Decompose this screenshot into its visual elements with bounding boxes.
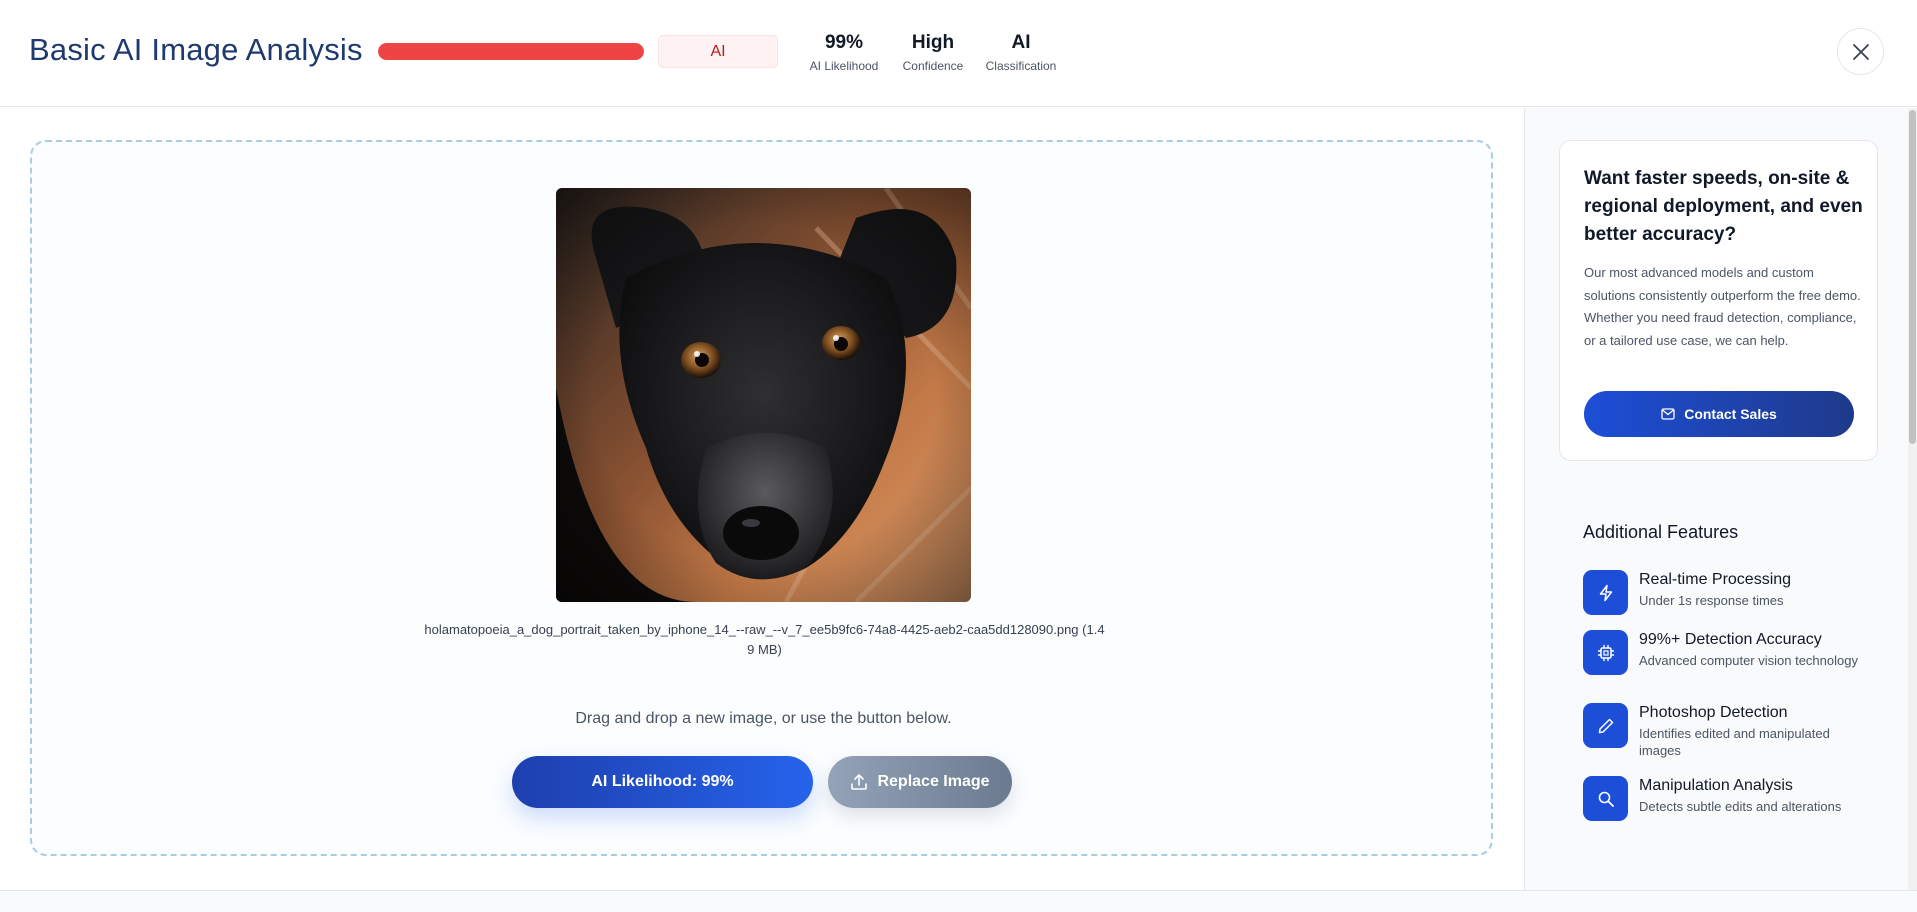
- bottom-strip: [0, 890, 1917, 912]
- replace-image-label: Replace Image: [877, 773, 990, 790]
- dog-photo: [556, 188, 971, 602]
- close-button[interactable]: [1837, 28, 1884, 75]
- chip-icon: [1597, 644, 1614, 661]
- feature-desc: Advanced computer vision technology: [1639, 653, 1858, 668]
- stat-value: High: [911, 32, 955, 53]
- stat-confidence: High Confidence: [898, 32, 968, 73]
- stat-classification: AI Classification: [983, 32, 1059, 73]
- sidebar-scrollbar-thumb[interactable]: [1909, 110, 1916, 444]
- mail-icon: [1661, 408, 1675, 420]
- classification-badge: AI: [658, 35, 778, 68]
- image-preview: [556, 188, 971, 602]
- replace-image-button[interactable]: Replace Image: [828, 756, 1012, 808]
- feature-title: Manipulation Analysis: [1639, 777, 1793, 794]
- ai-likelihood-bar-fill: [378, 43, 644, 60]
- feature-desc: Detects subtle edits and alterations: [1639, 799, 1842, 814]
- features-title: Additional Features: [1583, 522, 1739, 542]
- contact-sales-button[interactable]: Contact Sales: [1584, 391, 1854, 437]
- promo-card: Want faster speeds, on-site & regional d…: [1559, 140, 1878, 461]
- page-title: Basic AI Image Analysis: [29, 32, 363, 67]
- contact-sales-label: Contact Sales: [1684, 406, 1777, 422]
- feature-title: Real-time Processing: [1639, 571, 1792, 588]
- pencil-icon: [1598, 718, 1613, 733]
- search-icon: [1598, 791, 1614, 807]
- stat-value: AI: [1011, 32, 1031, 53]
- feature-title: Photoshop Detection: [1639, 704, 1788, 721]
- sidebar: Want faster speeds, on-site & regional d…: [1524, 108, 1917, 890]
- bolt-icon: [1599, 584, 1612, 601]
- stat-label: Classification: [985, 59, 1057, 73]
- image-dropzone[interactable]: holamatopoeia_a_dog_portrait_taken_by_ip…: [30, 140, 1493, 856]
- feature-title: 99%+ Detection Accuracy: [1639, 631, 1822, 648]
- stat-label: AI Likelihood: [809, 59, 879, 73]
- main-panel: holamatopoeia_a_dog_portrait_taken_by_ip…: [0, 108, 1524, 890]
- promo-body: Our most advanced models and custom solu…: [1584, 265, 1861, 348]
- feature-desc: Under 1s response times: [1639, 593, 1784, 608]
- stat-value: 99%: [824, 32, 864, 53]
- ai-likelihood-button[interactable]: AI Likelihood: 99%: [512, 756, 813, 808]
- ai-likelihood-bar: [378, 43, 644, 60]
- promo-title: Want faster speeds, on-site & regional d…: [1584, 168, 1863, 245]
- stat-label: Confidence: [902, 59, 964, 73]
- stat-ai-likelihood: 99% AI Likelihood: [806, 32, 882, 73]
- close-icon: [1852, 43, 1869, 60]
- upload-icon: [851, 774, 868, 790]
- feature-desc: Identifies edited and manipulated images: [1639, 726, 1830, 758]
- file-name: holamatopoeia_a_dog_portrait_taken_by_ip…: [424, 622, 1105, 657]
- drop-hint: Drag and drop a new image, or use the bu…: [575, 710, 952, 727]
- header: Basic AI Image Analysis AI 99% AI Likeli…: [0, 0, 1917, 107]
